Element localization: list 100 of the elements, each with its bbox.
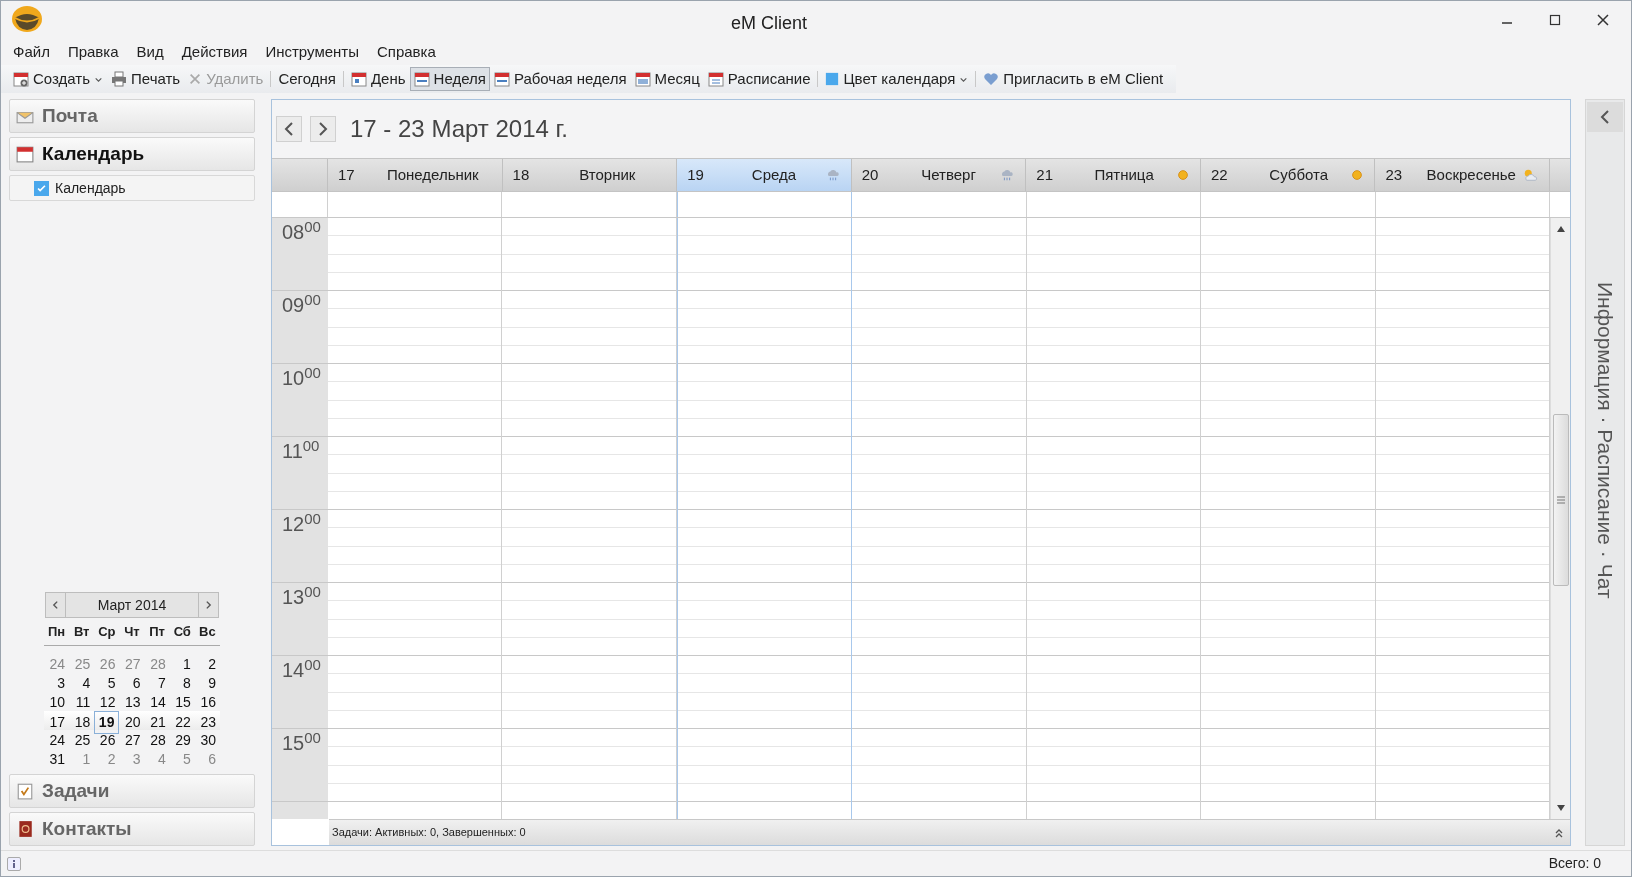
day-header[interactable]: 19 Среда bbox=[677, 159, 852, 191]
calendar-day[interactable]: 12 bbox=[94, 692, 120, 713]
scroll-up-icon[interactable] bbox=[1556, 226, 1565, 232]
vertical-scrollbar[interactable] bbox=[1550, 218, 1570, 819]
calendar-icon bbox=[16, 145, 34, 163]
weekday-label: Чт bbox=[123, 622, 141, 641]
toolbar-button[interactable]: Расписание bbox=[703, 67, 815, 91]
next-week-button[interactable] bbox=[310, 116, 336, 142]
rain-cloud-icon bbox=[999, 168, 1016, 182]
heart-icon bbox=[983, 71, 1000, 87]
week-row[interactable]: 3 4 5 6 7 8 9 bbox=[44, 673, 220, 692]
toolbar-button[interactable]: Неделя bbox=[409, 67, 490, 91]
calendar-day[interactable]: 4 bbox=[69, 673, 95, 694]
chevron-left-icon bbox=[284, 122, 294, 136]
day-column[interactable] bbox=[328, 218, 503, 819]
menu-item[interactable]: Вид bbox=[130, 40, 170, 64]
calendar-name: Календарь bbox=[55, 178, 126, 198]
calendar-day[interactable]: 15 bbox=[169, 692, 195, 713]
day-column[interactable] bbox=[852, 218, 1027, 819]
printer-icon bbox=[111, 71, 127, 87]
day-column[interactable] bbox=[502, 218, 677, 819]
calendar-day[interactable]: 19 bbox=[94, 711, 120, 734]
scroll-down-icon[interactable] bbox=[1556, 805, 1565, 811]
day-column[interactable] bbox=[1375, 218, 1550, 819]
menu-item[interactable]: Справка bbox=[370, 40, 442, 64]
toolbar-button[interactable]: День bbox=[346, 67, 410, 91]
scrollbar-thumb[interactable] bbox=[1553, 414, 1569, 586]
menu-item[interactable]: Правка bbox=[61, 40, 125, 64]
day-number: 19 bbox=[687, 164, 705, 185]
all-day-cell[interactable] bbox=[676, 192, 853, 217]
window-title: eM Client bbox=[731, 12, 808, 35]
menu-item[interactable]: Инструменты bbox=[259, 40, 365, 64]
toolbar-button[interactable]: Печать bbox=[107, 67, 185, 91]
calendar-day[interactable]: 10 bbox=[44, 692, 70, 713]
calendar-day[interactable]: 3 bbox=[44, 673, 70, 694]
weekday-label: Вт bbox=[72, 622, 91, 641]
chevron-right-icon bbox=[318, 122, 328, 136]
day-header[interactable]: 17 Понедельник bbox=[328, 159, 503, 191]
hour-label: 12$^{00}$ bbox=[282, 514, 322, 534]
close-icon[interactable] bbox=[1597, 14, 1609, 26]
calendar-day[interactable]: 8 bbox=[169, 673, 195, 694]
day-column[interactable] bbox=[1201, 218, 1376, 819]
calendar-day[interactable]: 6 bbox=[119, 673, 145, 694]
expand-up-icon[interactable] bbox=[1555, 827, 1563, 838]
calendar-day[interactable]: 14 bbox=[144, 692, 170, 713]
tasks-summary: Задачи: Активных: 0, Завершенных: 0 bbox=[332, 825, 526, 841]
chevron-right-icon bbox=[204, 599, 213, 611]
menu-item[interactable]: Действия bbox=[175, 40, 254, 64]
calendar-day[interactable]: 31 bbox=[44, 749, 70, 770]
calendar-list-item[interactable]: Календарь bbox=[9, 175, 255, 201]
toolbar-button[interactable]: Создать bbox=[9, 67, 107, 91]
week-row[interactable]: 31 1 2 3 4 5 6 bbox=[44, 749, 220, 768]
module-button[interactable]: Календарь bbox=[9, 137, 255, 171]
day-header[interactable]: 21 Пятница bbox=[1026, 159, 1201, 191]
day-header[interactable]: 23 Воскресенье bbox=[1375, 159, 1551, 191]
day-name: Четверг bbox=[920, 164, 977, 185]
square-icon bbox=[825, 72, 840, 86]
calendar-day[interactable]: 7 bbox=[144, 673, 170, 694]
day-header[interactable]: 20 Четверг bbox=[851, 159, 1027, 191]
calendar-day[interactable]: 13 bbox=[119, 692, 145, 713]
calendar-icon bbox=[493, 71, 510, 87]
hour-label: 11$^{00}$ bbox=[282, 441, 321, 461]
weekday-label: Вс bbox=[198, 622, 217, 641]
week-row[interactable]: 24 25 26 27 28 1 2 bbox=[44, 654, 220, 673]
calendar-list-icon bbox=[707, 71, 724, 87]
menu-item[interactable]: Файл bbox=[7, 40, 56, 64]
toolbar-button[interactable]: Сегодня bbox=[274, 67, 340, 91]
calendar-day[interactable]: 9 bbox=[194, 673, 220, 694]
calendar-day[interactable]: 11 bbox=[69, 692, 95, 713]
week-row[interactable]: 10 11 12 13 14 15 16 bbox=[44, 692, 220, 711]
check-icon bbox=[36, 182, 47, 194]
calendar-icon bbox=[350, 71, 367, 87]
toolbar-button[interactable]: Цвет календаря bbox=[821, 67, 973, 91]
day-name: Понедельник bbox=[385, 164, 480, 185]
day-header[interactable]: 22 Суббота bbox=[1200, 159, 1376, 191]
day-column[interactable] bbox=[1026, 218, 1202, 819]
toolbar-button[interactable]: Месяц bbox=[630, 67, 704, 91]
calendar-day[interactable]: 16 bbox=[194, 692, 220, 713]
weekday-label: Пн bbox=[46, 622, 67, 641]
module-button[interactable]: Контакты bbox=[9, 812, 255, 846]
day-name: Воскресенье bbox=[1425, 164, 1517, 185]
calendar-day[interactable]: 1 bbox=[169, 654, 195, 675]
day-number: 21 bbox=[1036, 164, 1054, 185]
checkbox[interactable] bbox=[34, 180, 49, 196]
maximize-icon[interactable] bbox=[1549, 14, 1561, 26]
toolbar-button[interactable]: Рабочая неделя bbox=[489, 67, 631, 91]
day-name: Суббота bbox=[1268, 164, 1330, 185]
previous-week-button[interactable] bbox=[276, 116, 302, 142]
day-name: Вторник bbox=[578, 164, 637, 185]
module-button[interactable]: Почта bbox=[9, 99, 255, 133]
day-column[interactable] bbox=[676, 218, 853, 819]
day-number: 22 bbox=[1210, 164, 1229, 185]
info-button[interactable] bbox=[7, 856, 21, 871]
collapse-panel-button[interactable] bbox=[1587, 102, 1623, 132]
calendar-day[interactable]: 2 bbox=[194, 654, 220, 675]
sun-icon bbox=[1175, 168, 1190, 182]
toolbar-button[interactable]: Пригласить в eM Client bbox=[979, 67, 1168, 91]
calendar-day[interactable]: 5 bbox=[94, 673, 120, 694]
sun-icon bbox=[1350, 168, 1365, 182]
module-button[interactable]: Задачи bbox=[9, 774, 255, 808]
